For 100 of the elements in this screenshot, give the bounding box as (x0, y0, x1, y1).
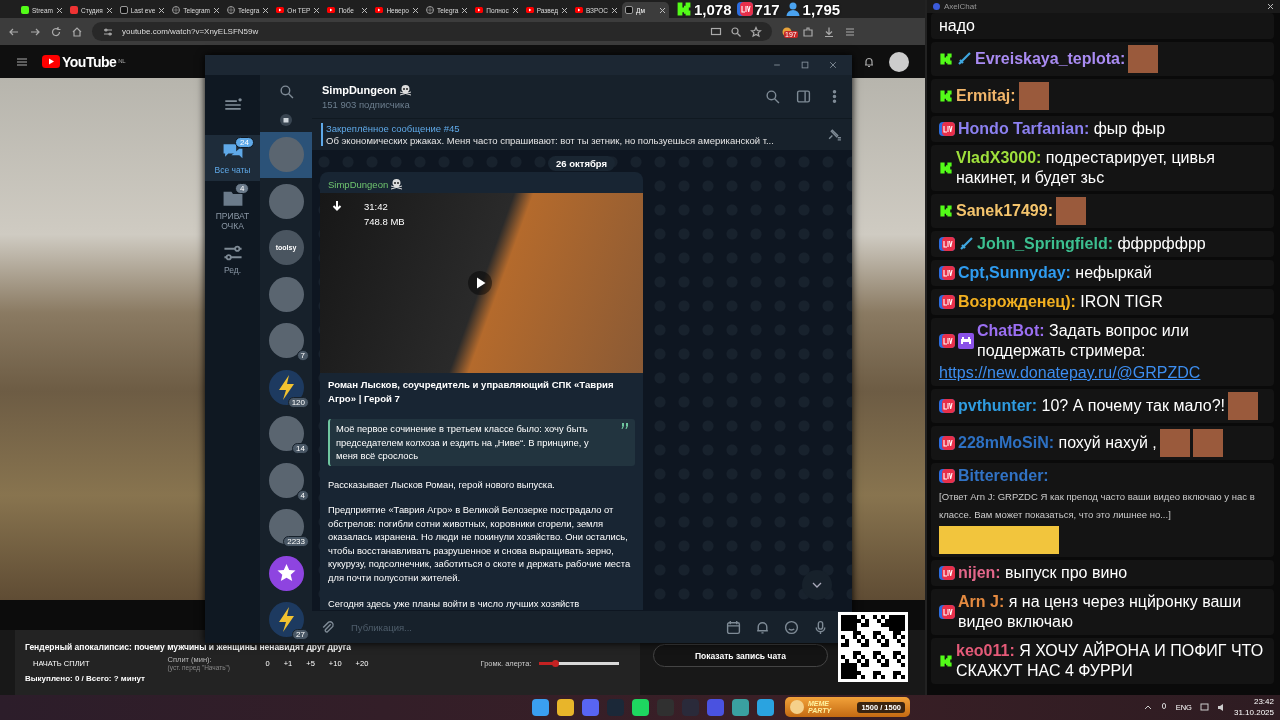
emote-image-placeholder (1128, 45, 1159, 73)
live-logo-icon (939, 565, 955, 581)
chat-list-item[interactable]: 27 (260, 596, 312, 643)
message-paragraph: Рассказывает Лысков Роман, герой нового выпуска. (327, 477, 556, 492)
tab-close-icon[interactable] (411, 6, 419, 14)
show-chat-record-button[interactable]: Показать запись чата (653, 644, 828, 667)
close-icon[interactable] (828, 60, 838, 70)
unread-badge: 2233 (283, 536, 309, 547)
tab-close-icon[interactable] (313, 6, 321, 14)
youtube-favicon-icon (276, 6, 285, 14)
youtube-logo-text: YouTube (62, 53, 117, 70)
chevron-up-icon[interactable] (1143, 703, 1152, 711)
menu-icon[interactable] (16, 55, 28, 68)
telegram-app-icon[interactable] (757, 699, 774, 716)
zoom-icon[interactable] (730, 25, 742, 38)
date-text: 31.10.2025 (1233, 707, 1274, 718)
unread-badge: 24 (235, 137, 254, 148)
lightning-avatar-icon (268, 602, 304, 638)
maximize-icon[interactable] (800, 60, 810, 70)
live-logo-icon (939, 468, 955, 484)
chat-username: Evreiskaya_teplota: (975, 49, 1126, 69)
folder-tab[interactable]: 24 Все чаты (205, 135, 260, 181)
emote-image-placeholder (1228, 392, 1259, 420)
space-invader-badge-icon (958, 333, 974, 349)
search-icon[interactable] (278, 84, 294, 100)
chat-message-text: keo011: Я ХОЧУ АЙРОНА И ПОФИГ ЧТО СКАЖУТ НАС 4 ФУРРИ (956, 641, 1265, 681)
discord-app-icon[interactable] (582, 699, 599, 716)
quote-text: Моё первое сочинение в третьем классе было: хочу быть председателем колхоза и ездить на „Ниве“. В принципе, у меня всё срослось (336, 423, 589, 461)
message-input[interactable]: Публикация... (349, 620, 712, 634)
bookmark-star-icon[interactable] (750, 25, 762, 38)
address-bar[interactable]: youtube.com/watch?v=XnyELSFN59w (92, 22, 772, 41)
emoji-icon[interactable] (784, 619, 799, 635)
skull-icon (390, 178, 404, 190)
globe-icon (425, 6, 434, 14)
live-logo-icon (939, 398, 955, 414)
chat-list-item[interactable]: 2233 (260, 503, 312, 550)
tab-close-icon[interactable] (213, 6, 220, 14)
tab-close-icon[interactable] (262, 6, 270, 14)
reload-icon[interactable] (50, 25, 62, 38)
chat-list-item[interactable]: 120 (260, 364, 312, 411)
kick-viewer-count: 1,078 (694, 0, 732, 18)
kick-favicon-icon (21, 6, 29, 14)
scroll-down-button[interactable] (802, 570, 832, 600)
sidebar-toggle-icon[interactable] (796, 89, 811, 104)
sliders-icon[interactable] (222, 243, 243, 263)
live-logo-icon (939, 604, 955, 620)
tab-close-icon[interactable] (55, 6, 63, 14)
donate-link[interactable]: https://new.donatepay.ru/@GRPZDC (939, 363, 1201, 383)
unread-badge: 27 (292, 629, 309, 640)
tab-close-icon[interactable] (561, 6, 568, 14)
sword-badge-icon (956, 51, 972, 67)
tab-close-icon[interactable] (659, 6, 666, 14)
notifications-icon[interactable] (863, 55, 875, 68)
attach-icon[interactable] (320, 619, 335, 635)
puzzle-icon[interactable] (802, 25, 814, 38)
avatar-icon[interactable] (889, 51, 909, 72)
live-logo-icon (939, 333, 955, 349)
globe-icon (172, 6, 181, 14)
live-logo-icon (736, 1, 753, 17)
folder-tab[interactable]: 4 ПРИВАТ ОЧКА (205, 181, 260, 237)
chat-message-text: Hondo Tarfanian: фыр фыр (958, 119, 1166, 139)
spotify-app-icon[interactable] (632, 699, 649, 716)
close-icon[interactable] (1267, 3, 1274, 10)
archive-icon[interactable] (280, 114, 292, 126)
home-icon[interactable] (71, 25, 83, 38)
tab-close-icon[interactable] (158, 6, 166, 14)
cast-icon[interactable] (710, 25, 722, 38)
tab-close-icon[interactable] (461, 6, 469, 14)
subscriber-count: 151 903 подписчика (322, 98, 411, 110)
video-duration: 31:42 (364, 200, 389, 214)
sender-name: SimpDungeon (328, 178, 389, 190)
snip-app-icon[interactable] (732, 699, 749, 716)
tab-close-icon[interactable] (105, 6, 113, 14)
letter-favicon-icon (625, 6, 633, 14)
tab-close-icon[interactable] (611, 6, 618, 14)
tab-close-icon[interactable] (511, 6, 519, 14)
folder-tab[interactable]: Ред. (205, 237, 260, 281)
play-icon[interactable] (468, 271, 492, 295)
search-icon[interactable] (765, 89, 780, 104)
chrome-app-icon[interactable] (557, 699, 574, 716)
bell-icon[interactable] (755, 619, 770, 635)
chat-list-item[interactable]: 14 (260, 410, 312, 457)
chat-message-text: nijen: выпуск про вино (958, 563, 1128, 583)
windows-app-icon[interactable] (532, 699, 549, 716)
pinned-message-bar[interactable]: Закреплённое сообщение #45 Об экономических ржаках. Меня часто спрашивают: вот ты зетник, но пользуешься американской т... (312, 118, 852, 150)
download-icon[interactable] (330, 199, 344, 213)
speaker-icon[interactable] (1216, 702, 1226, 712)
tab-close-icon[interactable] (361, 6, 369, 14)
dog-face-icon (790, 700, 804, 714)
live-viewer-count: 717 (754, 0, 780, 18)
chat-username: Sanek17499: (956, 201, 1053, 221)
pin-list-icon[interactable] (827, 127, 842, 142)
pinned-title: Закреплённое сообщение #45 (326, 123, 461, 134)
chat-list-item[interactable]: 7 (260, 317, 312, 364)
schedule-calendar-icon[interactable] (726, 619, 741, 635)
message-paragraph: Предприятие «Таврия Агро» в Великой Белозерке пострадало от обстрелов: погибли сотни животных, коровники сгорели, земля оказалась изранена. Но люди не покинули хозяйство. Они остались, чтобы восстанавливать разрушенное и снова выращивать зерно, кукурузу, подсолнечник, заботиться о скоте и держать рабочие места для почти полусотни жителей. (327, 503, 632, 585)
sword-badge-icon (958, 236, 974, 252)
chat-list-item[interactable]: 4 (260, 457, 312, 504)
network-icon[interactable] (1199, 702, 1209, 712)
clock[interactable]: 23:42 31.10.2025 (1233, 696, 1274, 718)
